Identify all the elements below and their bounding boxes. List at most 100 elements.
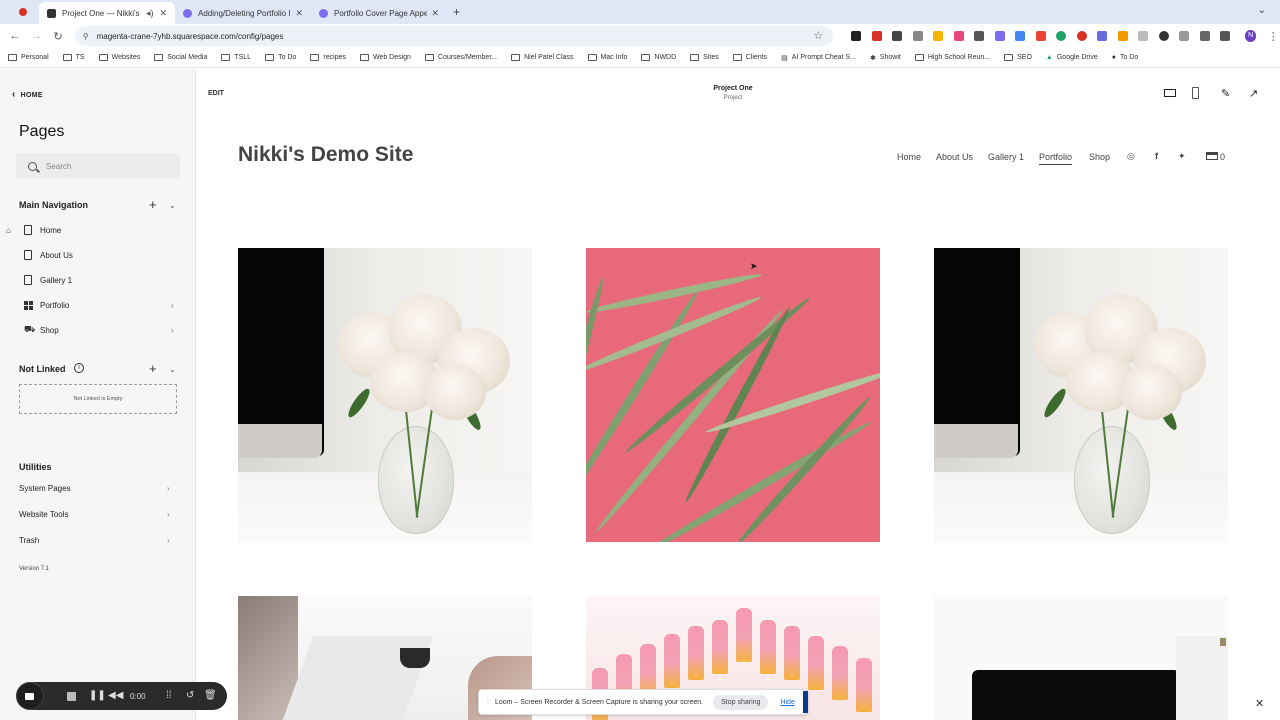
back-arrow-icon[interactable]: ← [8,30,22,42]
browser-tab[interactable]: Adding/Deleting Portfolio Images ✕ [175,2,311,24]
speaker-icon[interactable]: ◂) [146,8,154,19]
bookmark-item[interactable]: Niel Patel Class [511,54,574,61]
search-input[interactable]: Search [16,153,180,179]
site-nav-about-us[interactable]: About Us [936,152,973,162]
reload-icon[interactable]: ↻ [51,30,65,43]
facebook-icon[interactable]: f [1155,151,1158,161]
bookmark-item[interactable]: NWDD [641,54,676,61]
extension-icon[interactable] [851,31,862,41]
add-page-button[interactable]: + [149,198,157,211]
extension-icon[interactable] [912,31,923,41]
bookmark-item[interactable]: Clients [732,54,767,61]
bookmark-item[interactable]: Courses/Member... [424,54,497,61]
bookmark-item[interactable]: Sites [690,54,719,61]
portfolio-image-peonies[interactable] [238,248,532,542]
new-tab-button[interactable]: + [453,5,460,19]
bookmark-item[interactable]: ▤ AI Prompt Cheat S... [781,54,856,62]
sidebar-item-trash[interactable]: Trash › [19,536,174,545]
site-nav-portfolio[interactable]: Portfolio [1039,152,1073,165]
extension-icon[interactable] [1035,31,1046,41]
sidebar-item-home[interactable]: ⌂ Home [0,219,195,241]
loom-camera-icon[interactable] [16,682,44,710]
cart-icon[interactable] [1206,152,1218,160]
bookmark-item[interactable]: Social Media [154,54,207,61]
address-bar[interactable]: ⚲ magenta-crane-7yhb.squarespace.com/con… [74,26,834,46]
extension-icon[interactable] [994,31,1005,41]
loom-stop-button[interactable] [67,692,76,701]
desktop-view-icon[interactable] [1164,89,1176,97]
portfolio-image-peonies[interactable] [934,248,1228,542]
extension-icon[interactable] [1117,31,1128,41]
chrome-menu-icon[interactable]: ⋮ [1266,30,1280,43]
close-icon[interactable]: ✕ [1255,697,1264,710]
loom-trash-icon[interactable]: 🗑 [204,690,217,701]
close-tab-icon[interactable]: ✕ [295,8,303,19]
bookmark-item[interactable]: ✱ Showit [870,54,901,62]
design-brush-icon[interactable]: ✎ [1221,87,1230,100]
extension-icon[interactable] [1179,31,1190,41]
bookmark-item[interactable]: Websites [98,54,140,61]
browser-tab-active[interactable]: Project One — Nikki's Demo Site ◂) ✕ [39,2,175,24]
bookmark-item[interactable]: TS [62,54,85,61]
drag-handle-icon[interactable]: ⁞ [487,699,489,706]
portfolio-image-palm-fronds[interactable] [586,248,880,542]
mobile-view-icon[interactable] [1192,87,1199,99]
sidebar-item-website-tools[interactable]: Website Tools › [19,510,174,519]
stop-sharing-button[interactable]: Stop sharing [713,694,769,710]
extension-icon[interactable] [933,31,944,41]
expand-arrow-icon[interactable]: ↗ [1249,87,1258,100]
extension-icon[interactable] [1158,31,1169,41]
sidebar-item-shop[interactable]: ⛟ Shop › [0,319,195,341]
pocket-extension-icon[interactable] [953,31,964,41]
sidebar-item-portfolio[interactable]: Portfolio › [0,294,195,316]
twitter-icon[interactable]: ✦ [1178,151,1186,162]
bookmark-item[interactable]: SEO [1004,54,1032,61]
extension-icon[interactable] [1076,31,1087,41]
loom-rewind-icon[interactable]: ◀◀ [108,690,123,701]
bookmark-item[interactable]: Web Design [359,54,411,61]
site-info-icon[interactable]: ⚲ [83,32,89,41]
loom-pause-icon[interactable]: ❚❚ [89,690,106,701]
bookmark-item[interactable]: To Do [265,54,296,61]
extensions-puzzle-icon[interactable] [1199,31,1210,41]
sidebar-item-gallery-1[interactable]: Gallery 1 [0,269,195,291]
browser-tab[interactable]: Portfolio Cover Page Appearance ✕ [311,2,447,24]
sidebar-item-system-pages[interactable]: System Pages › [19,484,174,493]
bookmark-item[interactable]: TSLL [221,54,251,61]
sidepanel-icon[interactable] [1220,31,1231,41]
extension-icon[interactable] [1138,31,1149,41]
loom-grid-icon[interactable]: ⁞⁞ [166,690,172,701]
hide-link[interactable]: Hide [780,699,794,706]
bookmark-item[interactable]: ● To Do [1112,54,1139,61]
cart-count[interactable]: 0 [1220,152,1225,162]
chevron-down-icon[interactable]: ⌄ [169,365,176,374]
add-unlinked-page-button[interactable]: + [149,362,157,375]
bookmark-item[interactable]: Mac Info [587,54,627,61]
bookmark-item[interactable]: ▲ Google Drive [1046,54,1098,61]
extension-grid-icon[interactable] [892,31,903,41]
site-nav-home[interactable]: Home [897,152,921,162]
info-icon[interactable]: i [74,363,84,373]
back-home-button[interactable]: ‹ HOME [12,89,43,100]
site-title[interactable]: Nikki's Demo Site [238,143,413,167]
extension-icon[interactable] [974,31,985,41]
chevron-down-icon[interactable]: ⌄ [169,201,176,210]
bookmark-star-icon[interactable]: ☆ [813,29,823,42]
sidebar-item-about-us[interactable]: About Us [0,244,195,266]
extension-icon[interactable] [1056,31,1067,41]
extension-icon[interactable] [871,31,882,41]
forward-arrow-icon[interactable]: → [30,30,44,42]
extension-icon[interactable] [1015,31,1026,41]
bookmark-item[interactable]: High School Reun... [914,54,990,61]
settings-extension-icon[interactable] [1097,31,1108,41]
site-nav-gallery-1[interactable]: Gallery 1 [988,152,1024,162]
bookmark-item[interactable]: recipes [310,54,346,61]
bookmark-item[interactable]: Personal [8,54,49,61]
close-tab-icon[interactable]: ✕ [159,8,167,19]
instagram-icon[interactable]: ◎ [1127,151,1135,162]
loom-restart-icon[interactable]: ↺ [186,690,194,701]
site-nav-shop[interactable]: Shop [1089,152,1110,162]
tab-search-icon[interactable]: ⌄ [1258,5,1266,16]
close-tab-icon[interactable]: ✕ [431,8,439,19]
profile-avatar[interactable]: N [1244,30,1257,42]
